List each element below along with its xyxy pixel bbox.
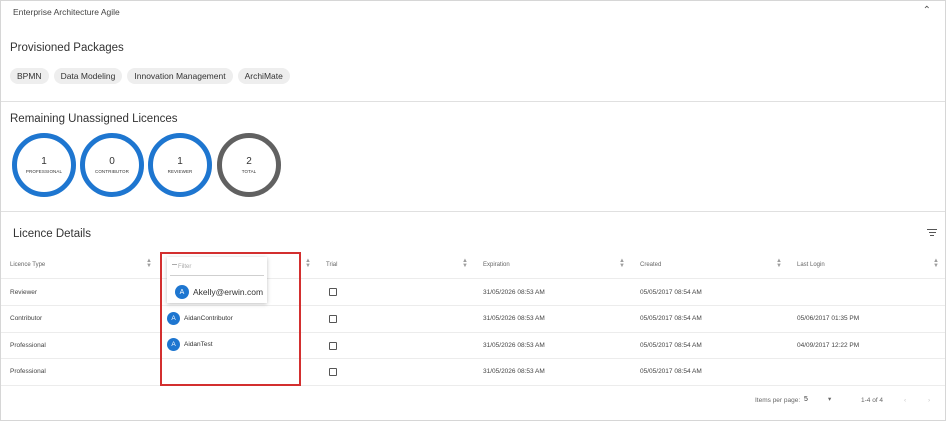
sort-icon[interactable]: ▲ ▼ <box>462 258 468 269</box>
package-chip-innovation-management: Innovation Management <box>127 68 233 84</box>
licence-circle-total: 2 TOTAL <box>217 133 281 197</box>
cell-expiration: 31/05/2026 08:53 AM <box>483 342 545 349</box>
trial-checkbox[interactable] <box>329 342 337 350</box>
cell-created: 05/05/2017 08:54 AM <box>640 289 702 296</box>
cell-expiration: 31/05/2026 08:53 AM <box>483 289 545 296</box>
chevron-up-icon[interactable]: ⌃ <box>923 5 931 16</box>
licence-label: PROFESSIONAL <box>25 169 63 174</box>
licence-count: 0 <box>109 156 115 167</box>
cell-last-login: 04/09/2017 12:22 PM <box>797 342 860 349</box>
row-divider <box>1 332 945 333</box>
panel-header[interactable]: Enterprise Architecture Agile ⌃ <box>1 1 945 25</box>
package-chip-archimate: ArchiMate <box>237 68 290 84</box>
cell-licence-type: Reviewer <box>10 289 38 296</box>
trial-checkbox[interactable] <box>329 315 337 323</box>
items-per-page-select[interactable]: 5 <box>804 396 808 403</box>
filter-list-icon[interactable] <box>927 229 937 237</box>
licence-circle-professional: 1 PROFESSIONAL <box>12 133 76 197</box>
section-divider <box>1 101 945 102</box>
sort-icon[interactable]: ▲ ▼ <box>776 258 782 269</box>
cell-last-login: 05/06/2017 01:35 PM <box>797 315 860 322</box>
highlight-box <box>160 252 301 386</box>
package-chips: BPMN Data Modeling Innovation Management… <box>10 68 290 84</box>
licence-label: REVIEWER <box>167 169 193 174</box>
licence-count: 2 <box>246 156 252 167</box>
licence-label: TOTAL <box>241 169 257 174</box>
column-header-created[interactable]: Created <box>640 262 661 268</box>
caret-down-icon[interactable]: ▾ <box>828 395 831 403</box>
row-divider <box>1 278 945 279</box>
items-per-page-label: Items per page: <box>755 397 801 404</box>
provisioned-packages-title: Provisioned Packages <box>10 42 124 54</box>
licence-label: CONTRIBUTOR <box>94 169 130 174</box>
trial-checkbox[interactable] <box>329 368 337 376</box>
page-range: 1-4 of 4 <box>861 397 884 404</box>
column-header-trial[interactable]: Trial <box>326 262 337 268</box>
cell-created: 05/05/2017 08:54 AM <box>640 342 702 349</box>
cell-expiration: 31/05/2026 08:53 AM <box>483 315 545 322</box>
licence-count: 1 <box>41 156 47 167</box>
sort-icon[interactable]: ▲ ▼ <box>146 258 152 269</box>
row-divider <box>1 305 945 306</box>
sort-icon[interactable]: ▲ ▼ <box>933 258 939 269</box>
cell-licence-type: Professional <box>10 342 46 349</box>
remaining-licences-title: Remaining Unassigned Licences <box>10 113 178 125</box>
licence-details-title: Licence Details <box>13 228 91 240</box>
cell-licence-type: Contributor <box>10 315 43 322</box>
cell-created: 05/05/2017 08:54 AM <box>640 315 702 322</box>
licence-count: 1 <box>177 156 183 167</box>
panel-title: Enterprise Architecture Agile <box>13 7 120 17</box>
column-header-expiration[interactable]: Expiration <box>483 262 510 268</box>
cell-created: 05/05/2017 08:54 AM <box>640 368 702 375</box>
column-header-licence-type[interactable]: Licence Type <box>10 262 45 268</box>
cell-expiration: 31/05/2026 08:53 AM <box>483 368 545 375</box>
package-chip-data-modeling: Data Modeling <box>53 68 123 84</box>
section-divider <box>1 211 945 212</box>
column-header-last-login[interactable]: Last Login <box>797 262 825 268</box>
package-chip-bpmn: BPMN <box>10 68 49 84</box>
row-divider <box>1 358 945 359</box>
licence-circle-reviewer: 1 REVIEWER <box>148 133 212 197</box>
row-divider <box>1 385 945 386</box>
sort-icon[interactable]: ▲ ▼ <box>619 258 625 269</box>
next-page-icon[interactable]: › <box>928 397 930 404</box>
sort-icon[interactable]: ▲ ▼ <box>305 258 311 269</box>
cell-licence-type: Professional <box>10 368 46 375</box>
licence-circle-contributor: 0 CONTRIBUTOR <box>80 133 144 197</box>
prev-page-icon[interactable]: ‹ <box>904 397 906 404</box>
trial-checkbox[interactable] <box>329 288 337 296</box>
